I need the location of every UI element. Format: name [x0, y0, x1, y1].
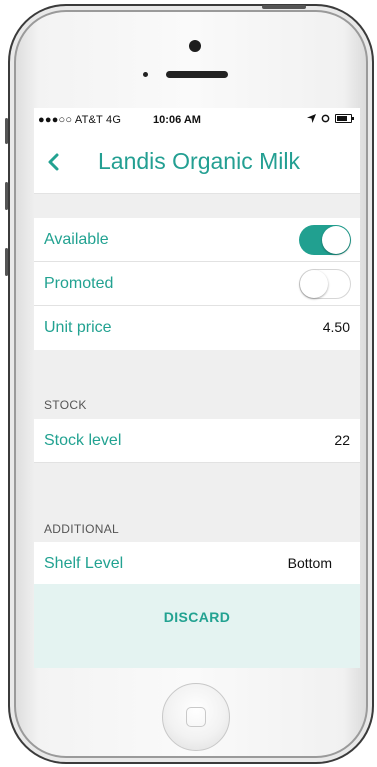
volume-up-button: [5, 182, 8, 210]
home-button[interactable]: [162, 683, 230, 751]
promoted-toggle[interactable]: [299, 269, 351, 299]
discard-label: DISCARD: [163, 609, 231, 625]
front-camera: [189, 40, 201, 52]
app-screen: ●●●○○ AT&T 4G 10:06 AM Landis Organic Mi…: [34, 108, 360, 668]
stock-section-title: STOCK: [44, 398, 87, 412]
status-bar: ●●●○○ AT&T 4G 10:06 AM: [34, 108, 360, 130]
promoted-label: Promoted: [44, 275, 114, 292]
location-arrow-icon: [307, 114, 316, 123]
unit-price-value: 4.50: [322, 319, 350, 335]
home-square-icon: [186, 707, 206, 727]
mute-switch: [5, 118, 8, 144]
proximity-sensor: [143, 72, 148, 77]
stock-level-row[interactable]: Stock level 22: [34, 419, 360, 463]
page-title: Landis Organic Milk: [98, 148, 300, 174]
alarm-clock-icon: [321, 114, 330, 123]
shelf-level-row[interactable]: Shelf Level Bottom: [34, 542, 360, 586]
additional-section-title: ADDITIONAL: [44, 522, 120, 536]
earpiece-speaker: [166, 71, 228, 78]
promoted-row[interactable]: Promoted: [34, 262, 360, 306]
power-button: [262, 5, 306, 9]
available-label: Available: [44, 231, 109, 248]
navigation-bar: Landis Organic Milk: [34, 130, 360, 194]
volume-down-button: [5, 248, 8, 276]
toggle-knob: [300, 270, 328, 298]
battery-icon: [335, 114, 354, 123]
toggle-knob: [322, 226, 350, 254]
stock-level-value: 22: [334, 432, 350, 448]
unit-price-label: Unit price: [44, 319, 112, 336]
chevron-left-icon[interactable]: [42, 148, 66, 176]
available-row[interactable]: Available: [34, 218, 360, 262]
unit-price-row[interactable]: Unit price 4.50: [34, 306, 360, 350]
available-toggle[interactable]: [299, 225, 351, 255]
stock-level-label: Stock level: [44, 432, 122, 449]
shelf-level-label: Shelf Level: [44, 555, 124, 572]
shelf-level-value: Bottom: [287, 555, 332, 571]
discard-button[interactable]: DISCARD: [34, 584, 360, 668]
